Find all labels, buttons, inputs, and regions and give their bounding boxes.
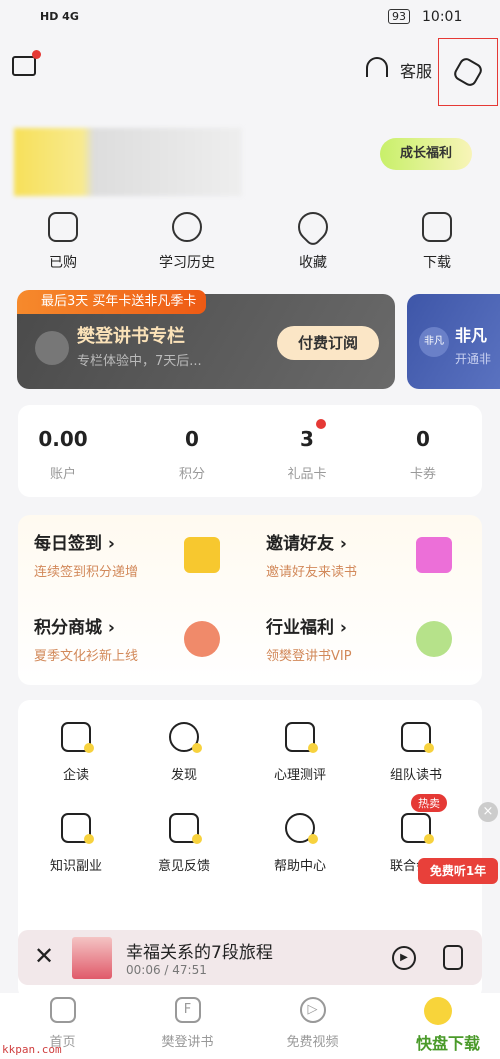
column-title: 樊登讲书专栏	[77, 326, 185, 347]
home-icon	[49, 997, 76, 1023]
nav-fandeng[interactable]: F 樊登讲书	[125, 997, 250, 1050]
settings-button[interactable]	[438, 38, 498, 106]
stats-card: 0.00 账户 0 积分 3 礼品卡 0 卡券	[18, 405, 482, 497]
calendar-icon	[184, 537, 220, 573]
quick-favorites[interactable]: 收藏	[268, 205, 358, 272]
help-icon	[285, 813, 318, 844]
mascot-icon	[416, 621, 452, 657]
hot-badge: 热卖	[411, 794, 447, 812]
quick-history[interactable]: 学习历史	[142, 212, 232, 272]
vip-banner[interactable]: 非凡 非凡 开通非	[407, 294, 500, 389]
track-time: 00:06 / 47:51	[126, 963, 207, 977]
flag-icon	[401, 722, 434, 753]
headset-icon[interactable]	[366, 57, 388, 77]
network-status: HD 4G	[40, 10, 79, 23]
heart-icon	[291, 205, 335, 249]
free-year-promo[interactable]: 免费听1年	[418, 858, 498, 884]
points-mall[interactable]: 积分商城 › 夏季文化衫新上线	[18, 599, 238, 679]
feedback-icon	[169, 813, 202, 844]
growth-benefit-badge[interactable]: 成长福利	[380, 138, 472, 170]
invite-friends[interactable]: 邀请好友 › 邀请好友来读书	[250, 515, 470, 595]
subscribe-button[interactable]: 付费订阅	[277, 326, 379, 360]
battery: 93	[388, 9, 410, 24]
album-cover	[72, 937, 112, 979]
chat-icon	[285, 722, 318, 753]
gift-card-dot	[316, 419, 326, 429]
graduation-cap-icon	[61, 813, 94, 844]
clock: 10:01	[422, 9, 463, 25]
quick-purchased[interactable]: 已购	[18, 212, 108, 272]
grid-discover[interactable]: 发现	[126, 722, 242, 783]
column-banner[interactable]: 最后3天 买年卡送非凡季卡 樊登讲书专栏 专栏体验中，7天后... 付费订阅	[17, 290, 395, 389]
grid-side-business[interactable]: 知识副业	[18, 813, 134, 874]
grid-feedback[interactable]: 意见反馈	[126, 813, 242, 874]
gift-icon	[416, 537, 452, 573]
grid-team-reading[interactable]: 组队读书	[358, 722, 474, 783]
grid-psych-test[interactable]: 心理测评	[242, 722, 358, 783]
track-title: 幸福关系的7段旅程	[126, 943, 273, 963]
profile-icon	[423, 997, 452, 1025]
stat-coupons[interactable]: 0 卡券	[373, 427, 473, 482]
bag-icon	[48, 212, 78, 242]
video-icon: ▷	[299, 997, 326, 1023]
mail-icon[interactable]	[12, 56, 36, 76]
grid-enterprise[interactable]: 企读	[18, 722, 134, 783]
avatar-blurred[interactable]	[14, 128, 242, 196]
quick-download[interactable]: 下载	[392, 212, 482, 272]
play-icon[interactable]: ▶	[392, 946, 416, 970]
service-button[interactable]: 客服	[400, 58, 432, 82]
mini-player[interactable]: ✕ 幸福关系的7段旅程 00:06 / 47:51 ▶	[18, 930, 482, 985]
gear-icon	[451, 55, 485, 89]
stat-gift-card[interactable]: 3 礼品卡	[257, 427, 357, 482]
status-bar: HD 4G 93 10:01	[0, 0, 500, 36]
watermark-right: 快盘下载	[412, 1028, 485, 1056]
daily-checkin[interactable]: 每日签到 › 连续签到积分递增	[18, 515, 238, 595]
nav-free-video[interactable]: ▷ 免费视频	[250, 997, 375, 1050]
clock-icon	[172, 212, 202, 242]
stat-account[interactable]: 0.00 账户	[13, 427, 113, 482]
download-icon	[422, 212, 452, 242]
promo-tag: 最后3天 买年卡送非凡季卡	[17, 290, 207, 314]
features-card: 每日签到 › 连续签到积分递增 邀请好友 › 邀请好友来读书 积分商城 › 夏季文化衫…	[18, 515, 482, 685]
stat-points[interactable]: 0 积分	[142, 427, 242, 482]
grid-help-center[interactable]: 帮助中心	[242, 813, 358, 874]
planet-icon	[169, 722, 202, 753]
industry-benefits[interactable]: 行业福利 › 领樊登讲书VIP	[250, 599, 470, 679]
watermark-left: kkpan.com	[2, 1043, 62, 1056]
playlist-icon[interactable]	[443, 945, 463, 970]
book-icon: F	[174, 997, 201, 1023]
column-logo	[35, 331, 69, 365]
close-icon[interactable]: ×	[478, 802, 498, 822]
sale-618-icon	[184, 621, 220, 657]
notification-dot	[32, 50, 41, 59]
ticket-icon	[401, 813, 434, 844]
building-icon	[61, 722, 94, 753]
close-player-icon[interactable]: ✕	[34, 942, 54, 970]
column-subtitle: 专栏体验中，7天后...	[77, 354, 202, 369]
